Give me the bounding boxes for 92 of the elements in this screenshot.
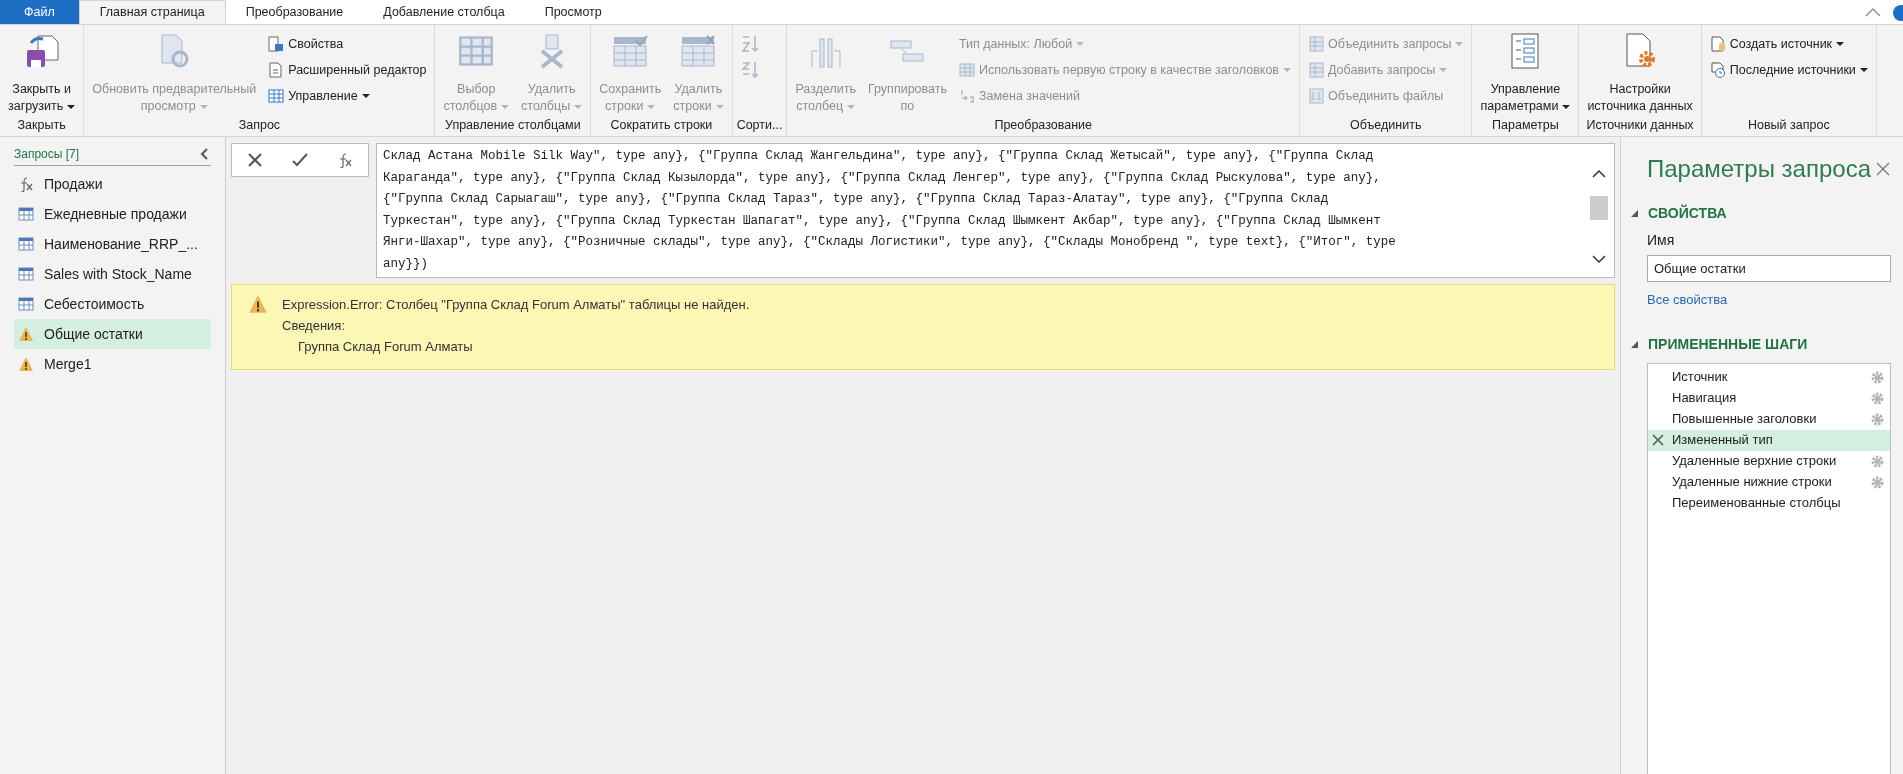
- group-label: Новый запрос: [1746, 117, 1831, 134]
- ribbon-tab[interactable]: Файл: [0, 0, 79, 24]
- gear-icon[interactable]: [1871, 370, 1884, 384]
- group-label: Преобразование: [993, 117, 1093, 134]
- collapse-pane-icon[interactable]: [199, 148, 211, 160]
- error-message: Expression.Error: Столбец "Группа Склад Forum Алматы" таблицы не найден.: [282, 296, 750, 314]
- queries-title: Запросы [7]: [14, 146, 80, 163]
- expand-triangle-icon: [1631, 210, 1638, 217]
- collapse-ribbon-icon[interactable]: [1865, 6, 1881, 18]
- step-label: Повышенные заголовки: [1672, 410, 1818, 429]
- sort-ascending-icon: [740, 34, 761, 54]
- gear-icon[interactable]: [1871, 391, 1884, 405]
- function-icon[interactable]: [337, 152, 354, 168]
- scroll-up-icon[interactable]: [1591, 168, 1607, 180]
- keep-rows-icon: [612, 33, 649, 69]
- step-label: Переименованные столбцы: [1672, 494, 1842, 513]
- query-item[interactable]: Продажи: [14, 169, 211, 199]
- append-queries-icon: [1308, 62, 1324, 78]
- warning-icon: [248, 294, 268, 314]
- ribbon-button[interactable]: Закрыть и загрузить: [4, 25, 80, 116]
- group-label: Запрос: [237, 117, 282, 134]
- group-label: Объединить: [1349, 117, 1423, 134]
- all-properties-link[interactable]: Все свойства: [1647, 290, 1891, 310]
- pane-title: Параметры запроса: [1647, 154, 1871, 184]
- replace-values-icon: [958, 88, 975, 104]
- ribbon-button[interactable]: Управление: [268, 85, 427, 107]
- table-grid-icon: [268, 88, 285, 104]
- new-source-icon: [1709, 36, 1726, 52]
- query-item[interactable]: Ежедневные продажи: [14, 199, 211, 229]
- scroll-down-icon[interactable]: [1591, 253, 1607, 265]
- applied-step[interactable]: Удаленные верхние строки: [1648, 450, 1890, 472]
- step-label: Удаленные нижние строки: [1672, 473, 1833, 492]
- recent-sources-icon: [1709, 62, 1726, 78]
- query-item[interactable]: Sales with Stock_Name: [14, 259, 211, 289]
- query-item[interactable]: Merge1: [14, 349, 211, 379]
- field-label: Имя: [1647, 231, 1676, 250]
- step-label: Навигация: [1672, 389, 1738, 408]
- gear-icon[interactable]: [1871, 475, 1884, 489]
- ribbon-button[interactable]: Управление параметрами: [1476, 25, 1575, 116]
- table-icon: [18, 236, 34, 252]
- table-icon: [18, 266, 34, 282]
- delete-step-icon[interactable]: [1652, 434, 1664, 446]
- ribbon-button[interactable]: Свойства: [268, 33, 427, 55]
- ribbon-tab[interactable]: Главная страница: [78, 0, 226, 24]
- error-details: Группа Склад Forum Алматы: [297, 338, 474, 356]
- check-icon[interactable]: [292, 152, 308, 168]
- step-label: Удаленные верхние строки: [1672, 452, 1838, 471]
- warning-icon: [18, 326, 34, 342]
- group-label: Сорти...: [736, 117, 783, 134]
- applied-step[interactable]: Навигация: [1648, 387, 1890, 409]
- step-label: Измененный тип: [1672, 431, 1774, 450]
- gear-icon[interactable]: [1871, 412, 1884, 426]
- section-header: ПРИМЕНЕННЫЕ ШАГИ: [1648, 334, 1808, 354]
- gear-icon[interactable]: [1871, 454, 1884, 468]
- group-label: Закрыть: [16, 117, 67, 134]
- properties-icon: [268, 36, 285, 52]
- expand-triangle-icon: [1631, 340, 1638, 348]
- editor-document-icon: [268, 62, 285, 78]
- function-icon: [18, 176, 34, 192]
- details-label: Сведения:: [282, 317, 346, 335]
- ribbon-button[interactable]: Последние источники: [1709, 59, 1868, 81]
- group-label: Источники данных: [1585, 117, 1695, 134]
- table-icon: [18, 296, 34, 312]
- ribbon-button[interactable]: Создать источник: [1709, 33, 1868, 55]
- combine-files-icon: [1308, 88, 1324, 104]
- merge-queries-icon: [1308, 36, 1324, 52]
- help-icon[interactable]: [1893, 5, 1903, 21]
- close-icon[interactable]: [1875, 161, 1891, 177]
- sort-descending-icon: [740, 60, 761, 80]
- group-label: Сократить строки: [609, 117, 714, 134]
- applied-step[interactable]: Измененный тип: [1648, 429, 1890, 451]
- scrollbar-thumb[interactable]: [1590, 196, 1608, 220]
- step-label: Источник: [1672, 368, 1729, 387]
- applied-step[interactable]: Повышенные заголовки: [1648, 408, 1890, 430]
- table-icon: [18, 206, 34, 222]
- ribbon-button[interactable]: Настройки источника данных: [1583, 25, 1697, 116]
- ribbon-button[interactable]: Расширенный редактор: [268, 59, 427, 81]
- query-item[interactable]: Себестоимость: [14, 289, 211, 319]
- remove-rows-icon: [680, 33, 717, 69]
- query-item[interactable]: Общие остатки: [14, 319, 211, 349]
- name-field[interactable]: Общие остатки: [1647, 255, 1891, 282]
- applied-step[interactable]: Источник: [1648, 366, 1890, 388]
- group-label: Управление столбцами: [444, 117, 582, 134]
- applied-step[interactable]: Удаленные нижние строки: [1648, 471, 1890, 493]
- table-grid-icon: [458, 33, 495, 69]
- warning-icon: [18, 356, 34, 372]
- query-item[interactable]: Наименование_RRP_...: [14, 229, 211, 259]
- group-label: Параметры: [1491, 117, 1560, 134]
- applied-step[interactable]: Переименованные столбцы: [1648, 492, 1890, 514]
- table-grid-icon: [958, 62, 975, 78]
- cancel-icon[interactable]: [246, 152, 263, 168]
- section-header: СВОЙСТВА: [1648, 203, 1727, 223]
